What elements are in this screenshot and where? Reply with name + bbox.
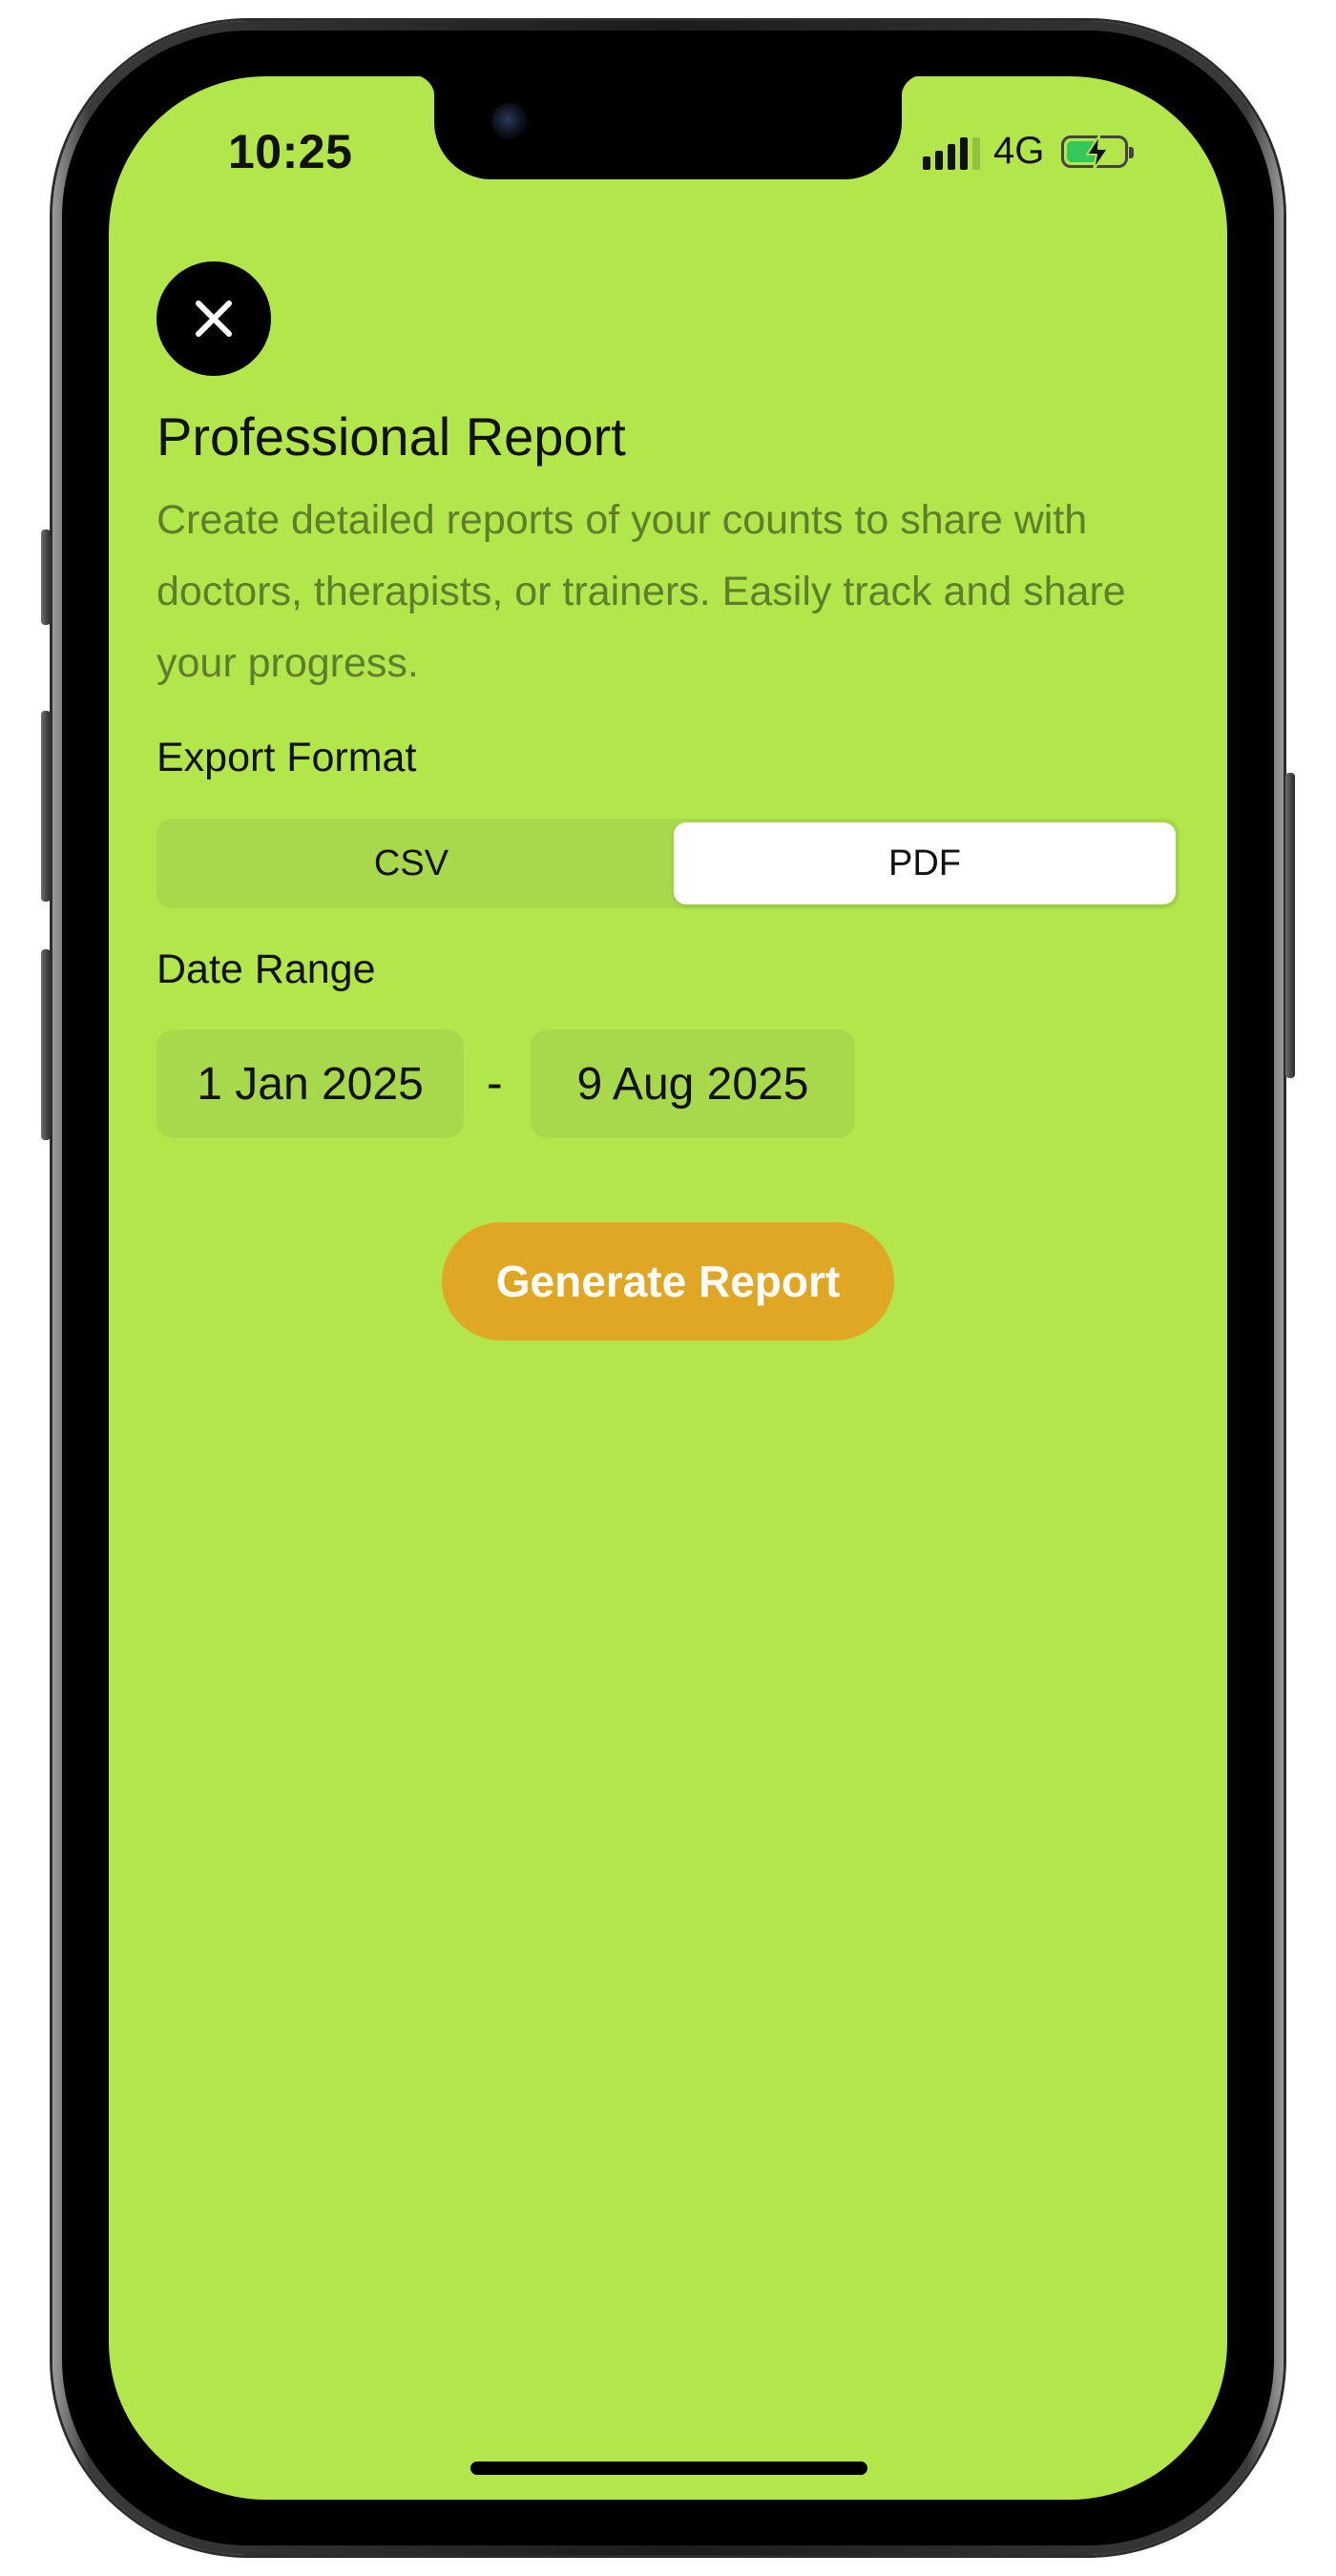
network-type: 4G: [993, 130, 1045, 172]
power-button: [1285, 773, 1295, 1078]
close-button[interactable]: [157, 261, 271, 376]
date-range-label: Date Range: [157, 946, 376, 992]
screen: 10:25 4G Professional Report Create deta…: [109, 76, 1227, 2500]
close-icon: [196, 301, 232, 337]
silent-switch: [41, 530, 51, 625]
segment-pdf[interactable]: PDF: [674, 822, 1176, 904]
end-date-picker[interactable]: 9 Aug 2025: [531, 1029, 855, 1138]
notch-corner-left: [412, 76, 435, 97]
date-separator: -: [487, 1056, 503, 1110]
front-camera: [491, 103, 528, 139]
page-title: Professional Report: [157, 406, 626, 467]
volume-up-button: [41, 711, 51, 902]
notch: [434, 76, 902, 179]
volume-down-button: [41, 949, 51, 1140]
status-icons: 4G: [923, 130, 1135, 173]
export-format-segmented-control: CSV PDF: [157, 819, 1179, 908]
notch-corner-right: [901, 76, 924, 97]
signal-icon: [923, 134, 980, 170]
segment-csv[interactable]: CSV: [160, 822, 662, 904]
generate-report-button[interactable]: Generate Report: [442, 1222, 894, 1340]
page-description: Create detailed reports of your counts t…: [157, 497, 1126, 686]
battery-charging-icon: [1061, 134, 1135, 171]
home-indicator[interactable]: [470, 2462, 867, 2475]
status-time: 10:25: [228, 125, 353, 178]
start-date-picker[interactable]: 1 Jan 2025: [157, 1029, 464, 1138]
export-format-label: Export Format: [157, 735, 417, 780]
